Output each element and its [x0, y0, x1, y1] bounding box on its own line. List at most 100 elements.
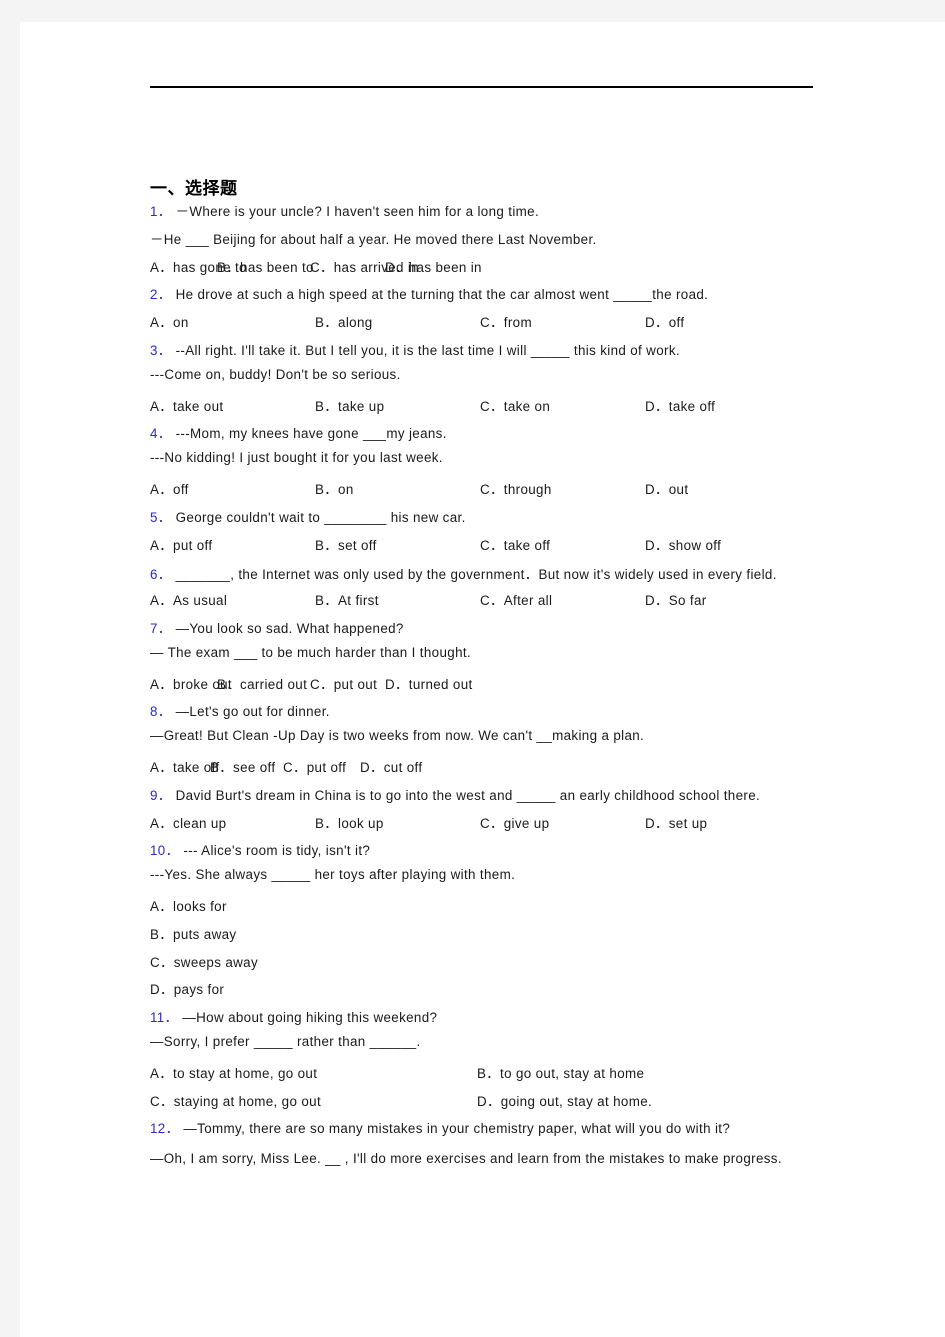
question-line: 4． ---Mom, my knees have gone ___my jean… — [150, 422, 850, 450]
option-row: A．to stay at home, go out B．to go out, s… — [150, 1062, 850, 1090]
question-line: 1． －Where is your uncle? I haven't seen … — [150, 200, 850, 228]
option-row: A．take off B．see off C．put off D．cut off — [150, 756, 850, 784]
option-a[interactable]: A．take out — [150, 395, 223, 415]
option-c[interactable]: C．After all — [480, 589, 552, 609]
option-d[interactable]: D．cut off — [360, 756, 422, 776]
option-d[interactable]: D．off — [645, 311, 684, 331]
option-d[interactable]: D．So far — [645, 589, 707, 609]
option-d[interactable]: D．going out, stay at home. — [477, 1090, 652, 1110]
question-text: —Sorry, I prefer _____ rather than _____… — [150, 1033, 421, 1049]
option-b[interactable]: B．look up — [315, 812, 384, 832]
option-d[interactable]: D．turned out — [385, 673, 473, 693]
option-c[interactable]: C．take on — [480, 395, 550, 415]
question-line: 7． —You look so sad. What happened? — [150, 617, 850, 645]
option-b[interactable]: B．on — [315, 478, 354, 498]
option-row: A．As usual B．At first C．After all D．So f… — [150, 589, 850, 617]
option-b[interactable]: B．see off — [210, 756, 275, 776]
option-c[interactable]: C．put off — [283, 756, 346, 776]
option-d[interactable]: D．show off — [645, 534, 721, 554]
option-d[interactable]: D．out — [645, 478, 688, 498]
option-row: A．take out B．take up C．take on D．take of… — [150, 395, 850, 423]
question-number: 3． — [150, 342, 172, 358]
question-line: —Great! But Clean -Up Day is two weeks f… — [150, 728, 850, 756]
question-line: —Sorry, I prefer _____ rather than _____… — [150, 1034, 850, 1062]
question-number: 8． — [150, 704, 172, 720]
question-line: 8． —Let's go out for dinner. — [150, 700, 850, 728]
question-text: He drove at such a high speed at the tur… — [175, 287, 709, 303]
question-line: 6． _______, the Internet was only used b… — [150, 561, 832, 589]
question-line: 2． He drove at such a high speed at the … — [150, 283, 850, 311]
section-heading: 一、选择题 — [150, 179, 238, 199]
option-d[interactable]: D．has been in — [385, 256, 482, 276]
question-text: —Tommy, there are so many mistakes in yo… — [183, 1121, 731, 1137]
question-line: —Oh, I am sorry, Miss Lee. __ , I'll do … — [150, 1145, 832, 1173]
question-number: 4． — [150, 426, 172, 442]
option-a[interactable]: A．clean up — [150, 812, 226, 832]
question-number: 9． — [150, 787, 172, 803]
option-b[interactable]: B．set off — [315, 534, 377, 554]
question-number: 1． — [150, 204, 172, 219]
question-text: －He ___ Beijing for about half a year. H… — [150, 231, 597, 247]
question-line: 3． --All right. I'll take it. But I tell… — [150, 339, 850, 367]
option-row: A．put off B．set off C．take off D．show of… — [150, 534, 850, 562]
option-b[interactable]: B．along — [315, 311, 373, 331]
question-number: 2． — [150, 287, 172, 303]
option-b[interactable]: B．At first — [315, 589, 379, 609]
question-text: —Great! But Clean -Up Day is two weeks f… — [150, 728, 645, 744]
question-line: 10． --- Alice's room is tidy, isn't it? — [150, 839, 850, 867]
option-d[interactable]: D．set up — [645, 812, 707, 832]
option-b[interactable]: B．has been to — [217, 256, 314, 276]
question-line: — The exam ___ to be much harder than I … — [150, 645, 850, 673]
question-text: — The exam ___ to be much harder than I … — [150, 644, 472, 660]
option-row: A．has gone to B．has been to C．has arrive… — [150, 256, 850, 284]
option-c[interactable]: C．from — [480, 311, 532, 331]
question-text: George couldn't wait to ________ his new… — [175, 509, 466, 525]
option-b[interactable]: B．to go out, stay at home — [477, 1062, 644, 1082]
question-number: 7． — [150, 620, 172, 636]
option-row: A．off B．on C．through D．out — [150, 478, 850, 506]
option-a[interactable]: A．to stay at home, go out — [150, 1062, 317, 1082]
question-text: －Where is your uncle? I haven't seen him… — [175, 204, 540, 219]
option-d[interactable]: D．take off — [645, 395, 715, 415]
option-a[interactable]: A．on — [150, 311, 189, 331]
option-c[interactable]: C．sweeps away — [150, 951, 850, 979]
question-line: －He ___ Beijing for about half a year. H… — [150, 228, 850, 256]
question-text: —How about going hiking this weekend? — [182, 1010, 438, 1026]
option-a[interactable]: A．As usual — [150, 589, 227, 609]
option-a[interactable]: A．off — [150, 478, 189, 498]
question-number: 6． — [150, 567, 172, 583]
question-text: ---Come on, buddy! Don't be so serious. — [150, 366, 401, 382]
option-c[interactable]: C．through — [480, 478, 552, 498]
question-number: 11． — [150, 1010, 179, 1026]
question-text: --- Alice's room is tidy, isn't it? — [183, 843, 371, 859]
option-row: A．on B．along C．from D．off — [150, 311, 850, 339]
question-line: ---No kidding! I just bought it for you … — [150, 450, 850, 478]
option-a[interactable]: A．looks for — [150, 895, 850, 923]
document-page: 一、选择题 1． －Where is your uncle? I haven't… — [20, 22, 945, 1337]
option-row: A．clean up B．look up C．give up D．set up — [150, 812, 850, 840]
option-c[interactable]: C．give up — [480, 812, 549, 832]
question-text: —Let's go out for dinner. — [175, 704, 330, 720]
question-text: —Oh, I am sorry, Miss Lee. __ , I'll do … — [150, 1151, 782, 1167]
question-text: —You look so sad. What happened? — [175, 620, 404, 636]
question-lines: 1． －Where is your uncle? I haven't seen … — [150, 200, 850, 1173]
question-text: --All right. I'll take it. But I tell yo… — [175, 342, 680, 358]
option-c[interactable]: C．staying at home, go out — [150, 1090, 321, 1110]
option-b[interactable]: B．take up — [315, 395, 384, 415]
header-rule — [150, 86, 813, 88]
option-a[interactable]: A．put off — [150, 534, 212, 554]
question-line: ---Come on, buddy! Don't be so serious. — [150, 367, 850, 395]
question-text: David Burt's dream in China is to go int… — [175, 787, 761, 803]
question-line: 11． —How about going hiking this weekend… — [150, 1006, 850, 1034]
question-line: 9． David Burt's dream in China is to go … — [150, 784, 850, 812]
option-row: C．staying at home, go out D．going out, s… — [150, 1090, 850, 1118]
question-text: ---No kidding! I just bought it for you … — [150, 450, 443, 466]
option-c[interactable]: C．put out — [310, 673, 377, 693]
option-b[interactable]: B．puts away — [150, 923, 850, 951]
question-text: _______, the Internet was only used by t… — [175, 567, 777, 583]
option-d[interactable]: D．pays for — [150, 978, 850, 1006]
option-c[interactable]: C．take off — [480, 534, 550, 554]
option-b[interactable]: B．carried out — [217, 673, 307, 693]
option-row: A．broke out B．carried out C．put out D．tu… — [150, 673, 850, 701]
question-line: 12． —Tommy, there are so many mistakes i… — [150, 1117, 850, 1145]
